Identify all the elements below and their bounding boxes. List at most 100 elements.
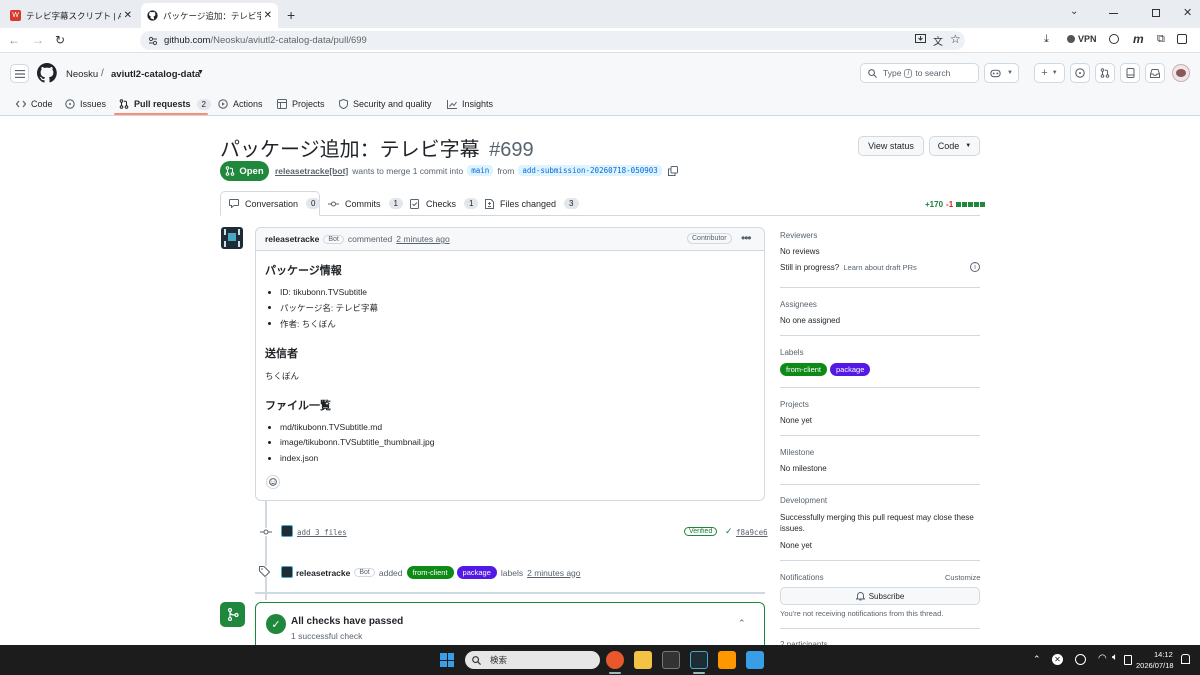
label-from-client[interactable]: from-client <box>780 363 828 376</box>
terminal-icon[interactable] <box>662 651 680 669</box>
profile-icon[interactable] <box>1109 34 1119 44</box>
pr-author-link[interactable]: releasetracke[bot] <box>275 166 348 176</box>
milestone-heading[interactable]: Milestone <box>780 448 814 457</box>
tray-app-icon[interactable]: ✕ <box>1052 654 1063 665</box>
head-branch[interactable]: add-submission-20260718-050903 <box>518 165 662 176</box>
label-package[interactable]: package <box>830 363 871 376</box>
user-avatar[interactable] <box>1172 64 1190 82</box>
label-package[interactable]: package <box>456 566 497 579</box>
tab-commits[interactable]: Commits 1 <box>328 191 403 216</box>
comment-options-icon[interactable]: ••• <box>741 231 752 245</box>
sidebar-icon[interactable] <box>1177 34 1187 44</box>
extensions-puzzle-icon[interactable]: ⧉ <box>1157 33 1165 46</box>
label-event-time[interactable]: 2 minutes ago <box>527 568 580 578</box>
wifi-icon[interactable]: ◠ <box>1098 653 1107 664</box>
notepad-icon[interactable] <box>746 651 764 669</box>
battery-icon[interactable] <box>1124 655 1132 665</box>
commit-sha-link[interactable]: f8a9ce6 <box>736 528 768 537</box>
repo-separator: / <box>101 68 104 79</box>
repo-nav-issues[interactable]: Issues <box>65 92 106 116</box>
aviutl-icon[interactable] <box>690 651 708 669</box>
code-icon <box>16 100 26 108</box>
verified-badge[interactable]: Verified <box>684 527 718 536</box>
close-window-icon[interactable]: ✕ <box>1183 6 1192 19</box>
bot-avatar[interactable] <box>221 227 243 249</box>
back-icon[interactable]: ← <box>8 33 20 47</box>
site-info-icon[interactable] <box>148 36 158 46</box>
taskbar-search-input[interactable]: 検索 <box>465 651 600 669</box>
copy-icon[interactable] <box>667 165 678 176</box>
avatar-face-icon <box>1176 69 1186 77</box>
labels-heading[interactable]: Labels <box>780 348 804 357</box>
repo-owner-link[interactable]: Neosku <box>66 69 98 80</box>
label-event-avatar[interactable] <box>281 566 293 578</box>
install-app-icon[interactable] <box>915 34 926 44</box>
repo-nav-projects[interactable]: Projects <box>277 92 325 116</box>
minimize-icon[interactable] <box>1109 13 1118 14</box>
close-tab-icon[interactable]: ✕ <box>124 10 132 21</box>
copilot-button[interactable]: ▼ <box>984 63 1019 83</box>
search-input[interactable]: Type / to search <box>860 63 979 83</box>
add-reaction-button[interactable] <box>266 475 280 489</box>
clock-time[interactable]: 14:12 <box>1154 650 1173 659</box>
tray-clock-icon[interactable] <box>1075 654 1086 665</box>
code-dropdown-button[interactable]: Code ▼ <box>929 136 980 156</box>
maximize-icon[interactable] <box>1152 9 1160 17</box>
draft-prs-link[interactable]: Learn about draft PRs <box>843 263 916 272</box>
inbox-button[interactable] <box>1145 63 1165 83</box>
subscribe-button[interactable]: Subscribe <box>780 587 980 605</box>
translate-icon[interactable]: 文 <box>933 33 943 48</box>
new-tab-icon[interactable]: + <box>287 7 295 23</box>
clock-date[interactable]: 2026/07/18 <box>1136 661 1174 670</box>
commit-author-avatar[interactable] <box>281 525 293 537</box>
projects-heading[interactable]: Projects <box>780 400 809 409</box>
repositories-button[interactable] <box>1120 63 1140 83</box>
repo-dropdown-caret-icon[interactable]: ▼ <box>197 69 204 76</box>
hamburger-menu-button[interactable] <box>10 64 29 83</box>
repo-nav-actions[interactable]: Actions <box>218 92 263 116</box>
notification-bell-icon[interactable] <box>1181 654 1190 664</box>
collapse-chevron-icon[interactable]: ⌃ <box>738 618 746 629</box>
forward-icon[interactable]: → <box>32 33 44 47</box>
tab-list-chevron-icon[interactable]: ⌄ <box>1070 6 1078 17</box>
repo-nav-code[interactable]: Code <box>16 92 53 116</box>
browser-tab-inactive[interactable]: W テレビ字幕スクリプト | AviUtl - ちくぼ ✕ <box>4 3 138 28</box>
base-branch[interactable]: main <box>467 165 494 176</box>
download-icon[interactable]: ⤓ <box>1044 33 1049 46</box>
development-heading[interactable]: Development <box>780 496 827 505</box>
close-tab-icon[interactable]: ✕ <box>264 10 272 21</box>
view-status-button[interactable]: View status <box>858 136 924 156</box>
sublime-icon[interactable] <box>718 651 736 669</box>
customize-link[interactable]: Customize <box>945 573 980 582</box>
reviewers-heading[interactable]: Reviewers <box>780 231 817 240</box>
repo-nav-security[interactable]: Security and quality <box>339 92 432 116</box>
github-logo-icon[interactable] <box>37 63 57 83</box>
tray-chevron-icon[interactable]: ⌃ <box>1033 654 1041 665</box>
vpn-button[interactable]: VPN <box>1067 34 1097 44</box>
file-explorer-icon[interactable] <box>634 651 652 669</box>
info-icon[interactable]: i <box>970 262 980 272</box>
repo-nav-projects-label: Projects <box>292 99 325 109</box>
tab-files-changed[interactable]: Files changed 3 <box>485 191 579 216</box>
address-bar[interactable]: github.com/Neosku/aviutl2-catalog-data/p… <box>140 31 965 50</box>
issues-button[interactable] <box>1070 63 1090 83</box>
commit-message-link[interactable]: add 3 files <box>297 528 347 537</box>
pull-requests-button[interactable] <box>1095 63 1115 83</box>
browser-tab-active[interactable]: パッケージ追加：テレビ字幕 by rele ✕ <box>141 3 278 28</box>
reload-icon[interactable]: ↻ <box>55 33 65 47</box>
label-from-client[interactable]: from-client <box>406 566 454 579</box>
firefox-icon[interactable] <box>606 651 624 669</box>
volume-icon[interactable]: 🔈︎ <box>1112 652 1118 663</box>
extension-m-icon[interactable]: m <box>1133 32 1144 46</box>
tab-checks[interactable]: Checks 1 <box>410 191 479 216</box>
repo-name-link[interactable]: aviutl2-catalog-data <box>111 69 200 80</box>
bookmark-star-icon[interactable]: ☆ <box>950 32 961 46</box>
comment-time-link[interactable]: 2 minutes ago <box>396 234 449 244</box>
comment-author-link[interactable]: releasetracke <box>265 234 319 244</box>
create-new-button[interactable]: + ▼ <box>1034 63 1065 83</box>
repo-nav-insights[interactable]: Insights <box>447 92 493 116</box>
start-menu-icon[interactable] <box>440 653 454 667</box>
assignees-heading[interactable]: Assignees <box>780 300 817 309</box>
label-event-author[interactable]: releasetracke <box>296 568 350 578</box>
tab-conversation[interactable]: Conversation 0 <box>229 191 321 216</box>
